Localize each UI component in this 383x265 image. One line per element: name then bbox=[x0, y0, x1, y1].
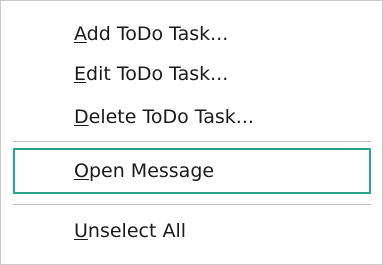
menu-item-label: elete ToDo Task... bbox=[88, 106, 254, 128]
menu-item-label: dd ToDo Task... bbox=[86, 23, 229, 45]
menu-item-label: nselect All bbox=[87, 220, 187, 242]
menu-item-unselect-all[interactable]: Unselect All bbox=[1, 214, 382, 248]
accelerator-key: O bbox=[74, 160, 89, 182]
accelerator-key: U bbox=[74, 220, 88, 242]
menu-item-label: dit ToDo Task... bbox=[86, 63, 229, 85]
menu-item-edit-todo-task[interactable]: Edit ToDo Task... bbox=[1, 57, 382, 91]
context-menu: Add ToDo Task... Edit ToDo Task... Delet… bbox=[0, 0, 383, 265]
menu-item-label: pen Message bbox=[88, 160, 215, 182]
menu-item-delete-todo-task[interactable]: Delete ToDo Task... bbox=[1, 100, 382, 134]
menu-separator bbox=[13, 141, 371, 142]
menu-item-add-todo-task[interactable]: Add ToDo Task... bbox=[1, 17, 382, 51]
accelerator-key: D bbox=[74, 106, 89, 128]
accelerator-key: A bbox=[74, 23, 87, 45]
menu-separator bbox=[13, 204, 371, 205]
menu-item-open-message[interactable]: Open Message bbox=[13, 148, 371, 194]
accelerator-key: E bbox=[74, 63, 87, 85]
